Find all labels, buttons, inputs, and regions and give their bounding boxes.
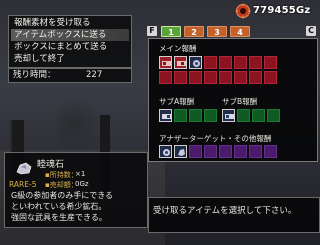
other-reward-slot[interactable] [204,145,217,158]
main-reward-slot[interactable] [219,71,232,84]
sub-a-reward-slot[interactable] [204,109,217,122]
tab-4[interactable]: 4 [230,26,250,37]
item-quantity-value: ×1 [75,170,86,178]
main-reward-slot[interactable] [249,56,262,69]
sub-b-reward-label: サブB報酬 [222,97,258,106]
item-description-line: 強固な武具を生産できる。 [11,213,107,222]
sub-b-reward-slot[interactable] [222,109,235,122]
main-reward-label: メイン報酬 [159,44,197,53]
other-reward-slot[interactable] [189,145,202,158]
action-menu: 報酬素材を受け取る アイテムボックスに送る ボックスにまとめて送る 売却して終了 [8,15,132,68]
zenny-amount: 779455Gz [253,5,311,16]
ore-item-icon [16,162,32,175]
material-item-icon [162,61,171,66]
zenny-coin-icon [235,3,251,19]
main-reward-slot[interactable] [159,56,172,69]
main-reward-slot[interactable] [234,71,247,84]
item-description-line: といわれている希少鉱石。 [11,202,107,211]
instruction-message: 受け取るアイテムを選択して下さい。 [148,197,320,233]
sub-a-reward-slot[interactable] [174,109,187,122]
main-reward-slot[interactable] [204,71,217,84]
item-rarity: RARE-5 [9,180,37,189]
main-reward-slot[interactable] [204,56,217,69]
sub-a-reward-slot[interactable] [189,109,202,122]
sub-b-reward-slot[interactable] [237,109,250,122]
sub-a-reward-label: サブA報酬 [159,97,195,106]
item-sell-price-value: 0Gz [75,180,89,188]
main-reward-slot[interactable] [249,71,262,84]
remaining-time-value: 227 [86,70,103,80]
other-reward-slot[interactable] [219,145,232,158]
main-reward-slot[interactable] [174,71,187,84]
material-item-icon [225,114,234,119]
other-reward-slot[interactable] [174,145,187,158]
material-item-icon [177,61,186,66]
other-reward-slot[interactable] [234,145,247,158]
instruction-message-text: 受け取るアイテムを選択して下さい。 [153,206,297,216]
main-reward-slot[interactable] [264,56,277,69]
item-quantity-label: ▪所持数： [45,171,78,179]
stone-item-icon [178,149,185,156]
menu-item-send-all-to-box[interactable]: ボックスにまとめて送る [11,41,129,53]
scale-item-icon [193,60,200,67]
sub-b-reward-slot[interactable] [267,109,280,122]
item-description: G級の参加者のみ手にできる といわれている希少鉱石。 強固な武具を生産できる。 [11,190,113,223]
item-name: 睦魂石 [37,160,65,170]
main-reward-slot[interactable] [159,71,172,84]
reward-panel: メイン報酬 サブA報酬 サブB報酬 アナザーターゲット・その他報酬 [148,38,318,162]
main-reward-slot[interactable] [189,56,202,69]
page-left-key-badge[interactable]: F [147,26,157,36]
sub-a-reward-slot[interactable] [159,109,172,122]
material-item-icon [162,114,171,119]
other-reward-slot[interactable] [249,145,262,158]
other-reward-slot[interactable] [264,145,277,158]
item-sell-price-label: ▪売却額： [45,181,78,189]
other-reward-slot[interactable] [159,145,172,158]
main-reward-slot[interactable] [189,71,202,84]
menu-item-send-to-box[interactable]: アイテムボックスに送る [11,29,129,41]
menu-item-receive-materials[interactable]: 報酬素材を受け取る [11,17,129,29]
item-description-line: G級の参加者のみ手にできる [11,191,114,200]
remaining-time-label: 残り時間： [13,70,56,80]
menu-item-sell-and-finish[interactable]: 売却して終了 [11,53,129,65]
main-reward-slot[interactable] [174,56,187,69]
remaining-time: 残り時間： 227 [8,68,132,83]
scale-item-icon [163,149,170,156]
another-target-reward-label: アナザーターゲット・その他報酬 [159,134,272,143]
tab-1[interactable]: 1 [161,26,181,37]
main-reward-slot[interactable] [264,71,277,84]
item-detail-panel: 睦魂石 ▪所持数： ×1 RARE-5 ▪売却額： 0Gz G級の参加者のみ手に… [4,152,148,228]
main-reward-slot[interactable] [234,56,247,69]
tab-3[interactable]: 3 [207,26,227,37]
page-right-key-badge[interactable]: C [306,26,316,36]
background-tree [55,95,95,155]
tab-2[interactable]: 2 [184,26,204,37]
main-reward-slot[interactable] [219,56,232,69]
sub-b-reward-slot[interactable] [252,109,265,122]
